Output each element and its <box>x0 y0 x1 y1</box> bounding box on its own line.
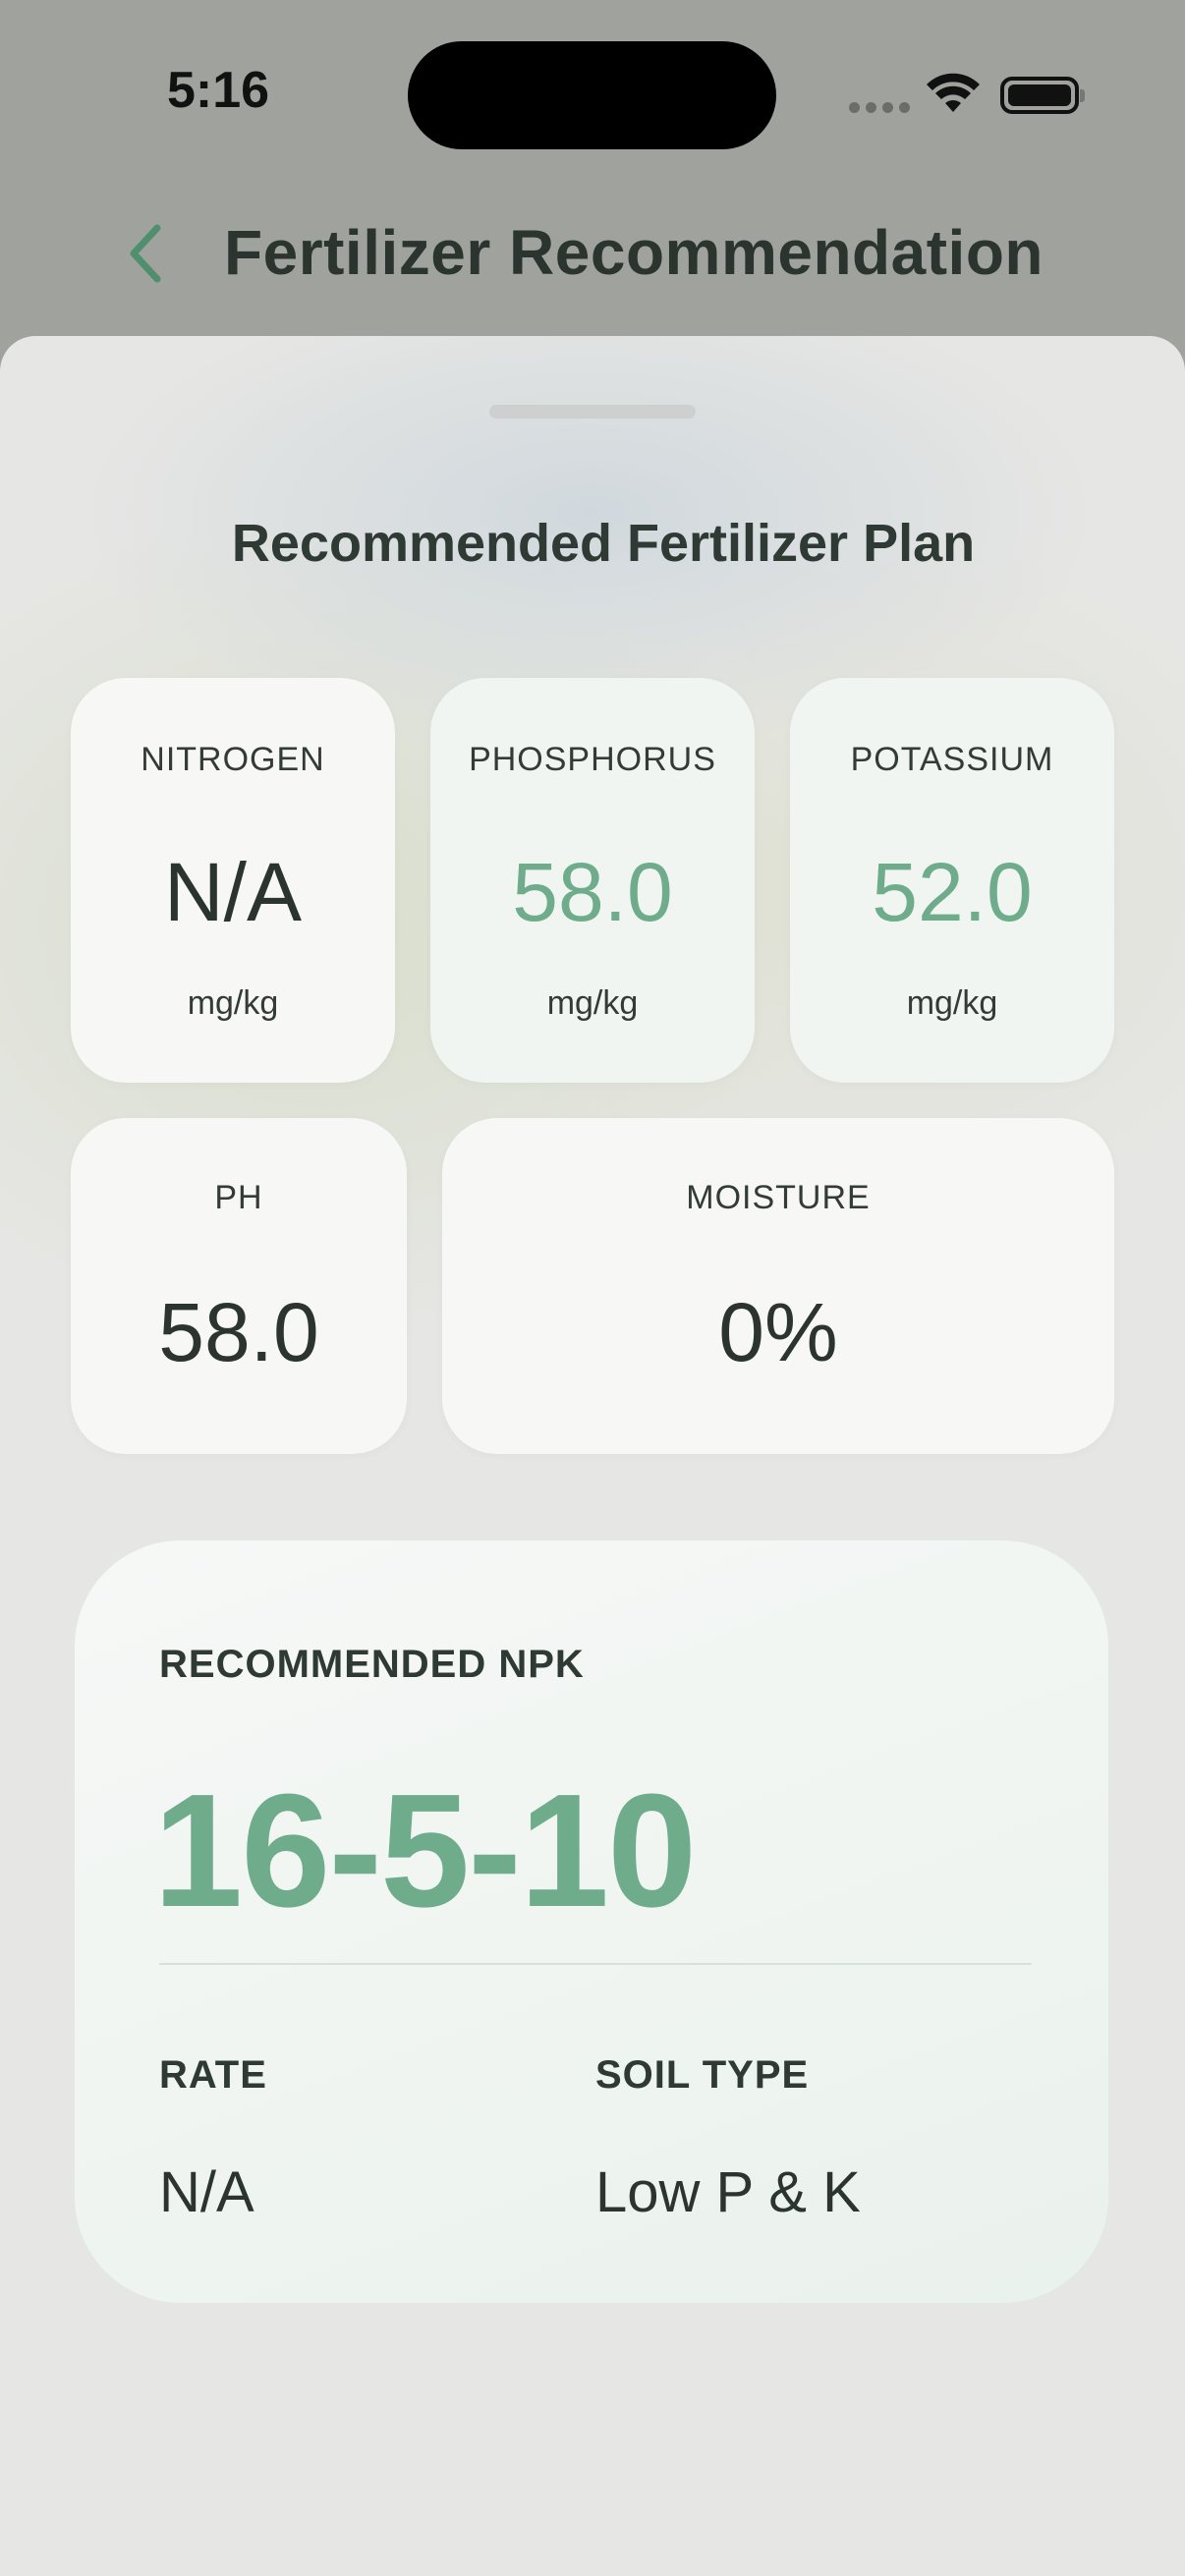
soil-type-label: SOIL TYPE <box>595 2053 810 2097</box>
phosphorus-value: 58.0 <box>512 846 673 938</box>
sheet-title: Recommended Fertilizer Plan <box>231 514 976 573</box>
potassium-unit: mg/kg <box>906 984 998 1022</box>
potassium-label: POTASSIUM <box>850 741 1054 778</box>
status-bar: 5:16 <box>0 0 1185 187</box>
nitrogen-label: NITROGEN <box>141 741 325 778</box>
ph-card: PH 58.0 <box>71 1118 407 1454</box>
nitrogen-card: NITROGEN N/A mg/kg <box>71 678 395 1083</box>
dynamic-island <box>408 41 776 149</box>
potassium-value: 52.0 <box>872 846 1033 938</box>
rate-label: RATE <box>159 2053 267 2097</box>
sheet-grabber-handle[interactable] <box>489 405 696 419</box>
ph-label: PH <box>214 1179 263 1216</box>
moisture-card: MOISTURE 0% <box>442 1118 1114 1454</box>
wifi-icon <box>927 73 980 112</box>
moisture-label: MOISTURE <box>686 1179 871 1216</box>
npk-label: RECOMMENDED NPK <box>159 1643 585 1686</box>
back-button[interactable] <box>116 218 175 289</box>
page-title: Fertilizer Recommendation <box>224 217 1044 288</box>
rate-value: N/A <box>159 2160 254 2224</box>
chevron-left-icon <box>130 224 161 283</box>
status-time: 5:16 <box>167 62 270 119</box>
phosphorus-label: PHOSPHORUS <box>469 741 716 778</box>
phosphorus-card: PHOSPHORUS 58.0 mg/kg <box>430 678 755 1083</box>
nitrogen-value: N/A <box>163 846 303 938</box>
nitrogen-unit: mg/kg <box>187 984 279 1022</box>
battery-icon <box>1000 77 1085 114</box>
moisture-value: 0% <box>718 1286 838 1378</box>
ph-value: 58.0 <box>158 1286 319 1378</box>
npk-recommendation-card: RECOMMENDED NPK 16-5-10 RATE N/A SOIL TY… <box>73 1539 1110 2305</box>
soil-type-value: Low P & K <box>595 2160 861 2224</box>
cellular-signal-icon <box>849 102 910 113</box>
phosphorus-unit: mg/kg <box>546 984 639 1022</box>
npk-value: 16-5-10 <box>153 1761 697 1940</box>
potassium-card: POTASSIUM 52.0 mg/kg <box>790 678 1114 1083</box>
divider <box>159 1963 1032 1965</box>
